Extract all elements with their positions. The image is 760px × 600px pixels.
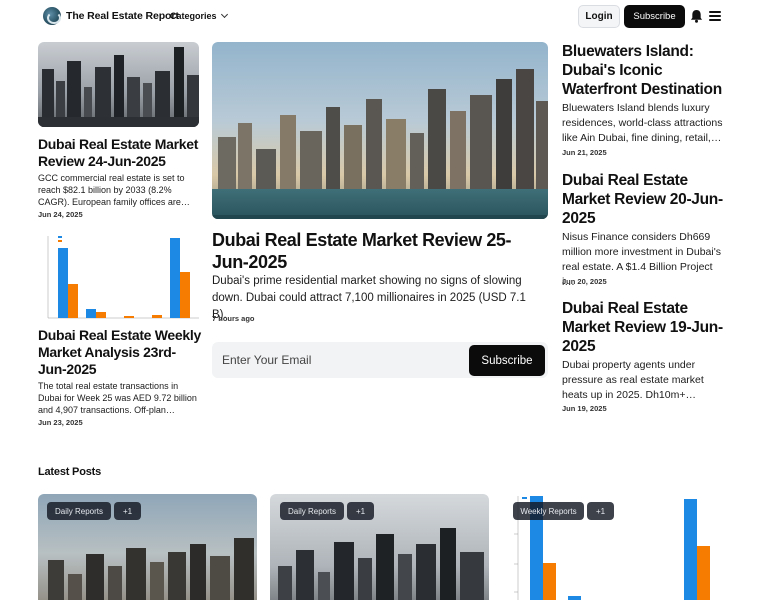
category-chip[interactable]: Daily Reports [47,502,111,520]
login-button[interactable]: Login [578,5,620,28]
post-date: Jun 20, 2025 [562,277,607,286]
categories-label: Categories [170,11,217,21]
featured-post-image[interactable] [212,42,548,219]
email-input[interactable] [222,342,462,378]
globe-logo-icon[interactable] [43,7,61,25]
subscribe-button[interactable]: Subscribe [624,5,685,28]
post-date: Jun 21, 2025 [562,148,607,157]
featured-post-title[interactable]: Dubai Real Estate Market Review 25-Jun-2… [212,229,542,273]
post-excerpt: The total real estate transactions in Du… [38,381,197,415]
site-header: The Real Estate Report Categories Login … [0,0,760,34]
post-title[interactable]: Bluewaters Island: Dubai's Iconic Waterf… [562,42,727,99]
newsletter-subscribe-button[interactable]: Subscribe [469,345,545,376]
featured-post-date: 7 hours ago [212,314,255,323]
menu-icon[interactable] [709,11,721,21]
bell-icon[interactable] [690,9,703,23]
post-title[interactable]: Dubai Real Estate Market Review 24-Jun-2… [38,136,203,170]
brand-name[interactable]: The Real Estate Report [66,10,179,22]
post-date: Jun 19, 2025 [562,404,607,413]
post-image-weekly-analysis-chart[interactable] [38,232,199,320]
post-date: Jun 24, 2025 [38,210,83,219]
more-categories-chip[interactable]: +1 [114,502,141,520]
latest-posts-heading: Latest Posts [38,466,102,478]
post-title[interactable]: Dubai Real Estate Market Review 20-Jun-2… [562,171,727,228]
chevron-down-icon [220,10,228,19]
post-excerpt: Dubai property agents under pressure as … [562,359,704,401]
post-excerpt: GCC commercial real estate is set to rea… [38,173,190,207]
post-title[interactable]: Dubai Real Estate Market Review 19-Jun-2… [562,299,727,356]
category-chip[interactable]: Weekly Reports [513,502,584,520]
more-categories-chip[interactable]: +1 [347,502,374,520]
post-excerpt: Bluewaters Island blends luxury residenc… [562,102,723,144]
post-image-market-review-24-jun[interactable] [38,42,199,127]
more-categories-chip[interactable]: +1 [587,502,614,520]
post-title[interactable]: Dubai Real Estate Weekly Market Analysis… [38,327,203,378]
category-chip[interactable]: Daily Reports [280,502,344,520]
categories-menu[interactable]: Categories [170,10,228,21]
featured-post-excerpt: Dubai's prime residential market showing… [212,275,526,321]
post-date: Jun 23, 2025 [38,418,83,427]
